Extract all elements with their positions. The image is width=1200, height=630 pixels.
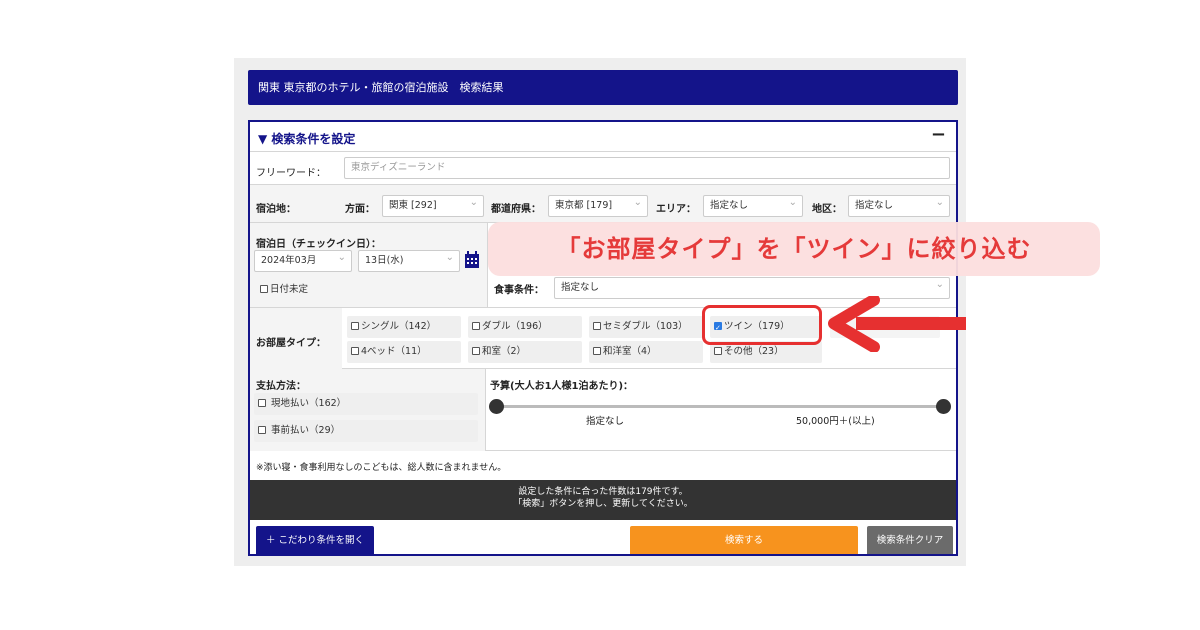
collapse-icon[interactable]: − xyxy=(931,124,946,145)
budget-label: 予算(大人お1人様1泊あたり)： xyxy=(490,381,634,392)
meal-label: 食事条件： xyxy=(494,285,544,296)
budget-min-handle[interactable] xyxy=(489,399,504,414)
budget-slider-track[interactable] xyxy=(489,399,951,414)
checkin-day-select[interactable]: 13日(水) xyxy=(358,250,460,272)
checkbox-box xyxy=(472,322,480,330)
area-select[interactable]: 指定なし xyxy=(703,195,803,217)
checkin-month-select[interactable]: 2024年03月 xyxy=(254,250,352,272)
room-type-japanese-western[interactable]: 和洋室（4） xyxy=(589,341,703,363)
district-select[interactable]: 指定なし xyxy=(848,195,950,217)
room-type-japanese[interactable]: 和室（2） xyxy=(468,341,582,363)
option-label: その他（23） xyxy=(724,346,784,357)
children-note: ※添い寝・食事利用なしのこどもは、総人数に含まれません。 xyxy=(256,463,507,473)
freeword-label: フリーワード： xyxy=(256,168,326,179)
room-type-label: お部屋タイプ： xyxy=(256,338,326,349)
district-label: 地区： xyxy=(812,204,842,215)
location-row: 宿泊地： 方面： 関東 [292] 都道府県： 東京都 [179] エリア： 指… xyxy=(250,185,956,223)
prefecture-select[interactable]: 東京都 [179] xyxy=(548,195,648,217)
checkbox-box xyxy=(593,322,601,330)
annotation-callout: 「お部屋タイプ」を「ツイン」に絞り込む xyxy=(488,222,1100,276)
option-label: 現地払い（162） xyxy=(271,398,347,409)
room-type-semidouble[interactable]: セミダブル（103） xyxy=(589,316,703,338)
conditions-header[interactable]: ▼ 検索条件を設定 − xyxy=(250,122,956,152)
option-label: 事前払い（29） xyxy=(271,425,341,436)
payment-label: 支払方法： xyxy=(256,381,306,392)
location-label: 宿泊地： xyxy=(256,204,296,215)
checkbox-box xyxy=(258,399,266,407)
direction-select[interactable]: 関東 [292] xyxy=(382,195,484,217)
payment-onsite[interactable]: 現地払い（162） xyxy=(254,393,478,415)
arrow-left-icon xyxy=(826,294,968,353)
freeword-row: フリーワード： 東京ディズニーランド xyxy=(250,152,956,185)
area-label: エリア： xyxy=(656,204,696,215)
option-label: 4ベッド（11） xyxy=(361,346,427,357)
calendar-icon[interactable] xyxy=(464,251,480,269)
room-type-double[interactable]: ダブル（196） xyxy=(468,316,582,338)
checkbox-box xyxy=(351,347,359,355)
direction-label: 方面： xyxy=(345,204,375,215)
checkbox-box xyxy=(351,322,359,330)
conditions-title: ▼ 検索条件を設定 xyxy=(258,132,356,146)
budget-max-value: 50,000円＋(以上) xyxy=(796,416,875,427)
search-button[interactable]: 検索する xyxy=(630,526,858,554)
room-type-single[interactable]: シングル（142） xyxy=(347,316,461,338)
payment-prepaid[interactable]: 事前払い（29） xyxy=(254,420,478,442)
room-type-4bed[interactable]: 4ベッド（11） xyxy=(347,341,461,363)
result-count-bar: 設定した条件に合った件数は179件です。 「検索」ボタンを押し、更新してください… xyxy=(250,480,956,520)
payment-budget-row: 支払方法： 現地払い（162） 事前払い（29） 予算(大人お1人様1泊あたり)… xyxy=(250,369,956,451)
budget-min-value: 指定なし xyxy=(586,416,625,427)
result-count-text: 設定した条件に合った件数は179件です。 xyxy=(518,487,688,497)
stage: 関東 東京都のホテル・旅館の宿泊施設 検索結果 ▼ 検索条件を設定 − フリーワ… xyxy=(0,0,1200,630)
date-undecided-checkbox[interactable]: 日付未定 xyxy=(256,279,308,301)
stay-date-label: 宿泊日（チェックイン日）： xyxy=(256,239,381,250)
checkbox-box xyxy=(472,347,480,355)
option-label: ダブル（196） xyxy=(482,321,548,332)
clear-conditions-button[interactable]: 検索条件クリア xyxy=(867,526,953,554)
twin-highlight-box xyxy=(702,305,822,345)
option-label: シングル（142） xyxy=(361,321,437,332)
option-label: 和室（2） xyxy=(482,346,527,357)
freeword-input[interactable]: 東京ディズニーランド xyxy=(344,157,950,179)
checkbox-box xyxy=(258,426,266,434)
checkbox-box xyxy=(260,285,268,293)
page-header: 関東 東京都のホテル・旅館の宿泊施設 検索結果 xyxy=(248,70,958,105)
result-instruction-text: 「検索」ボタンを押し、更新してください。 xyxy=(513,499,693,509)
date-undecided-label: 日付未定 xyxy=(270,284,309,295)
option-label: 和洋室（4） xyxy=(603,346,657,357)
option-label: セミダブル（103） xyxy=(603,321,688,332)
more-conditions-button[interactable]: ＋ こだわり条件を開く xyxy=(256,526,374,554)
note-row: ※添い寝・食事利用なしのこどもは、総人数に含まれません。 xyxy=(250,451,956,480)
prefecture-label: 都道府県： xyxy=(491,204,541,215)
checkbox-box xyxy=(593,347,601,355)
budget-max-handle[interactable] xyxy=(936,399,951,414)
checkbox-box xyxy=(714,347,722,355)
